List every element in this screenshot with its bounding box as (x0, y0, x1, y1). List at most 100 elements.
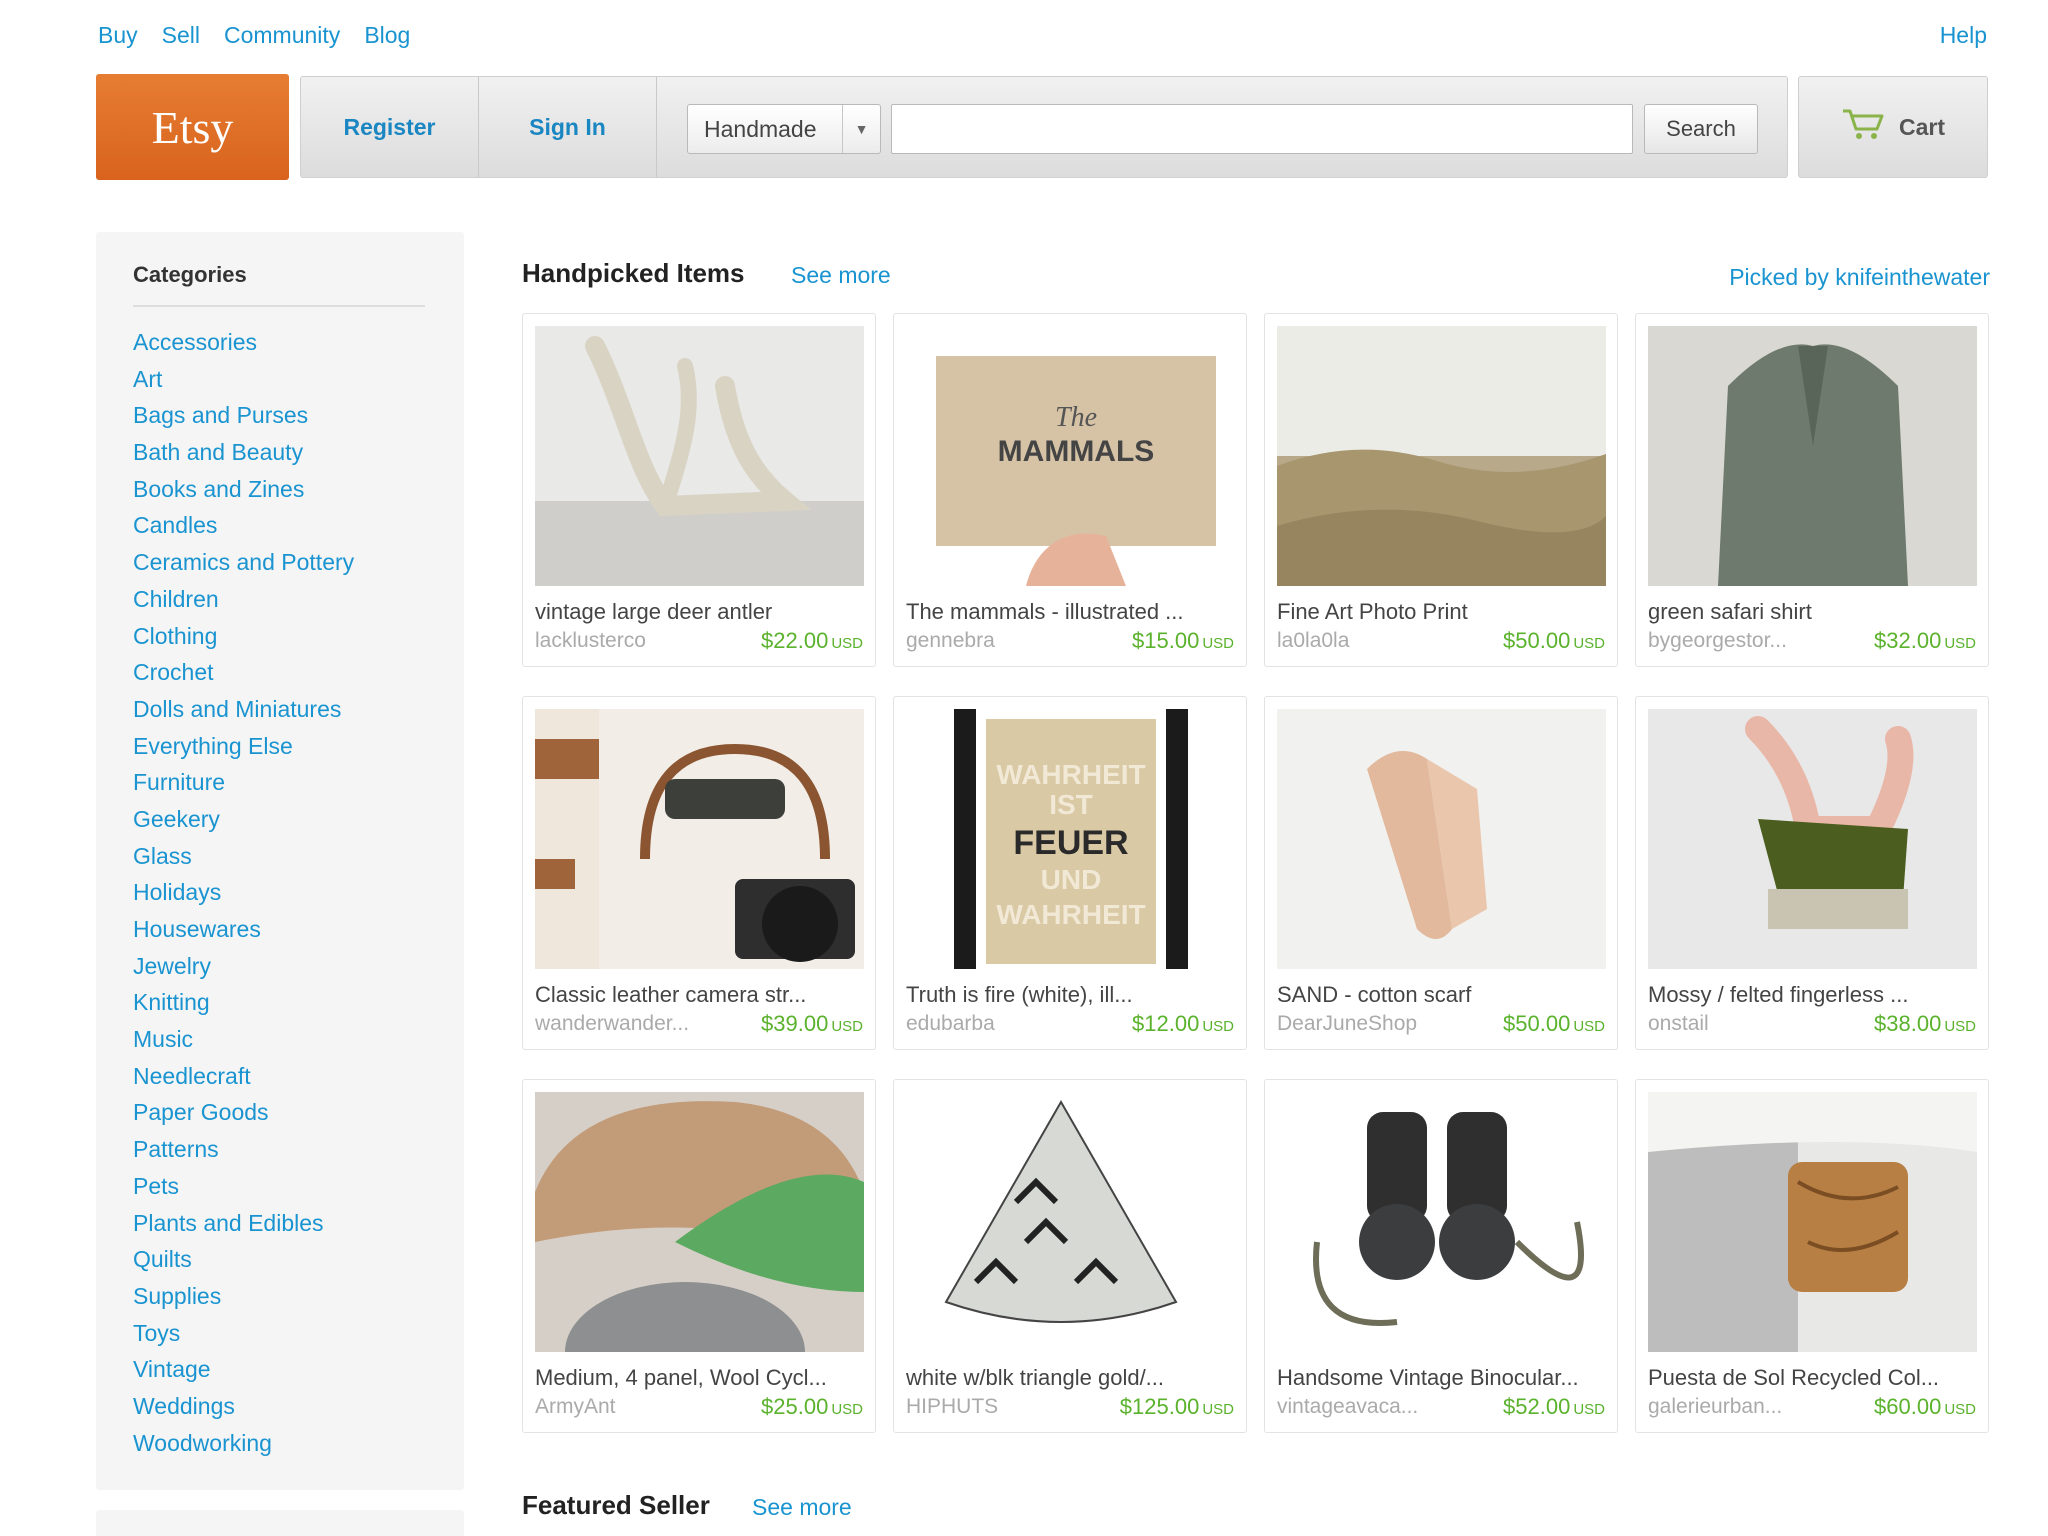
category-link[interactable]: Housewares (133, 911, 354, 948)
category-link[interactable]: Everything Else (133, 728, 354, 765)
item-title[interactable]: Mossy / felted fingerless ... (1648, 982, 1908, 1008)
item-shop-name[interactable]: la0la0la (1277, 629, 1349, 653)
item-shop-name[interactable]: bygeorgestor... (1648, 629, 1787, 653)
item-card[interactable]: Puesta de Sol Recycled Col... galerieurba… (1635, 1079, 1989, 1433)
category-link[interactable]: Ceramics and Pottery (133, 544, 354, 581)
category-link[interactable]: Jewelry (133, 948, 354, 985)
category-link[interactable]: Toys (133, 1315, 354, 1352)
item-card[interactable]: Classic leather camera str... wanderwande… (522, 696, 876, 1050)
nav-sell[interactable]: Sell (162, 22, 200, 49)
poster-image[interactable]: WAHRHEIT IST FEUER UND WAHRHEIT (906, 709, 1235, 969)
search-input[interactable] (891, 104, 1633, 154)
item-card[interactable]: Handsome Vintage Binocular... vintageavac… (1264, 1079, 1618, 1433)
category-link[interactable]: Paper Goods (133, 1094, 354, 1131)
item-shop-name[interactable]: HIPHUTS (906, 1395, 998, 1419)
antler-image[interactable] (535, 326, 864, 586)
item-shop-name[interactable]: edubarba (906, 1012, 995, 1036)
item-shop-name[interactable]: gennebra (906, 629, 995, 653)
category-link[interactable]: Dolls and Miniatures (133, 691, 354, 728)
category-link[interactable]: Patterns (133, 1131, 354, 1168)
scarf-image[interactable] (1277, 709, 1606, 969)
item-shop-name[interactable]: DearJuneShop (1277, 1012, 1417, 1036)
item-title[interactable]: Fine Art Photo Print (1277, 599, 1468, 625)
item-title[interactable]: vintage large deer antler (535, 599, 772, 625)
item-shop-name[interactable]: vintageavaca... (1277, 1395, 1418, 1419)
item-card[interactable]: The MAMMALS The mammals - illustrated ... g… (893, 313, 1247, 667)
binoculars-image[interactable] (1277, 1092, 1606, 1352)
category-link[interactable]: Woodworking (133, 1425, 354, 1462)
item-card[interactable]: WAHRHEIT IST FEUER UND WAHRHEIT Truth is fire… (893, 696, 1247, 1050)
cuff-image[interactable] (1648, 1092, 1977, 1352)
category-link[interactable]: Furniture (133, 764, 354, 801)
category-link[interactable]: Clothing (133, 618, 354, 655)
item-price-currency: USD (1944, 1401, 1976, 1418)
item-title[interactable]: Handsome Vintage Binocular... (1277, 1365, 1579, 1391)
dunes-image[interactable] (1277, 326, 1606, 586)
category-link[interactable]: Holidays (133, 874, 354, 911)
item-card[interactable]: Mossy / felted fingerless ... onstail $38.… (1635, 696, 1989, 1050)
item-price-value: $32.00 (1874, 628, 1942, 653)
glove-image[interactable] (1648, 709, 1977, 969)
poster-line-1: WAHRHEIT (996, 759, 1145, 790)
category-link[interactable]: Music (133, 1021, 354, 1058)
category-link[interactable]: Art (133, 361, 354, 398)
item-title[interactable]: Truth is fire (white), ill... (906, 982, 1133, 1008)
category-link[interactable]: Accessories (133, 324, 354, 361)
category-select[interactable]: Handmade ▼ (687, 104, 881, 154)
shirt-image[interactable] (1648, 326, 1977, 586)
category-link[interactable]: Pets (133, 1168, 354, 1205)
category-link[interactable]: Weddings (133, 1388, 354, 1425)
picked-by-link[interactable]: Picked by knifeinthewater (1729, 264, 1990, 291)
item-title[interactable]: green safari shirt (1648, 599, 1812, 625)
sign-in-button[interactable]: Sign In (479, 77, 657, 177)
category-link[interactable]: Knitting (133, 984, 354, 1021)
category-link[interactable]: Vintage (133, 1351, 354, 1388)
category-link[interactable]: Needlecraft (133, 1058, 354, 1095)
item-shop-name[interactable]: ArmyAnt (535, 1395, 616, 1419)
category-link[interactable]: Plants and Edibles (133, 1205, 354, 1242)
item-title[interactable]: Classic leather camera str... (535, 982, 806, 1008)
category-link[interactable]: Geekery (133, 801, 354, 838)
cart-button[interactable]: Cart (1798, 76, 1988, 178)
item-price: $60.00 USD (1874, 1394, 1976, 1420)
handpicked-title: Handpicked Items (522, 258, 745, 288)
category-link[interactable]: Bags and Purses (133, 397, 354, 434)
handpicked-see-more-link[interactable]: See more (791, 262, 891, 289)
item-shop-name[interactable]: lacklusterco (535, 629, 646, 653)
category-link[interactable]: Children (133, 581, 354, 618)
item-card[interactable]: SAND - cotton scarf DearJuneShop $50.00 USD (1264, 696, 1618, 1050)
item-shop-name[interactable]: wanderwander... (535, 1012, 689, 1036)
category-link[interactable]: Crochet (133, 654, 354, 691)
register-button[interactable]: Register (301, 77, 479, 177)
item-title[interactable]: Puesta de Sol Recycled Col... (1648, 1365, 1939, 1391)
cap-image[interactable] (535, 1092, 864, 1352)
item-card[interactable]: vintage large deer antler lacklusterco $22… (522, 313, 876, 667)
item-title[interactable]: Medium, 4 panel, Wool Cycl... (535, 1365, 827, 1391)
category-link[interactable]: Quilts (133, 1241, 354, 1278)
item-shop-name[interactable]: galerieurban... (1648, 1395, 1782, 1419)
category-link[interactable]: Bath and Beauty (133, 434, 354, 471)
item-card[interactable]: Fine Art Photo Print la0la0la $50.00 USD (1264, 313, 1618, 667)
category-link[interactable]: Books and Zines (133, 471, 354, 508)
nav-buy[interactable]: Buy (98, 22, 138, 49)
item-title[interactable]: SAND - cotton scarf (1277, 982, 1471, 1008)
item-shop-name[interactable]: onstail (1648, 1012, 1709, 1036)
item-card[interactable]: Medium, 4 panel, Wool Cycl... ArmyAnt $25.… (522, 1079, 876, 1433)
nav-blog[interactable]: Blog (364, 22, 410, 49)
camera-strap-image[interactable] (535, 709, 864, 969)
category-link[interactable]: Supplies (133, 1278, 354, 1315)
category-link[interactable]: Candles (133, 507, 354, 544)
item-title[interactable]: white w/blk triangle gold/... (906, 1365, 1164, 1391)
book-image[interactable]: The MAMMALS (906, 326, 1235, 586)
item-card[interactable]: white w/blk triangle gold/... HIPHUTS $125… (893, 1079, 1247, 1433)
search-button[interactable]: Search (1644, 104, 1758, 154)
featured-see-more-link[interactable]: See more (752, 1494, 852, 1521)
nav-community[interactable]: Community (224, 22, 340, 49)
help-link[interactable]: Help (1940, 22, 1987, 49)
category-link[interactable]: Glass (133, 838, 354, 875)
item-card[interactable]: green safari shirt bygeorgestor... $32.00 U… (1635, 313, 1989, 667)
item-title[interactable]: The mammals - illustrated ... (906, 599, 1184, 625)
teepee-image[interactable] (906, 1092, 1235, 1352)
header: Etsy Register Sign In Handmade ▼ Search … (96, 74, 1988, 180)
etsy-logo[interactable]: Etsy (96, 74, 289, 180)
